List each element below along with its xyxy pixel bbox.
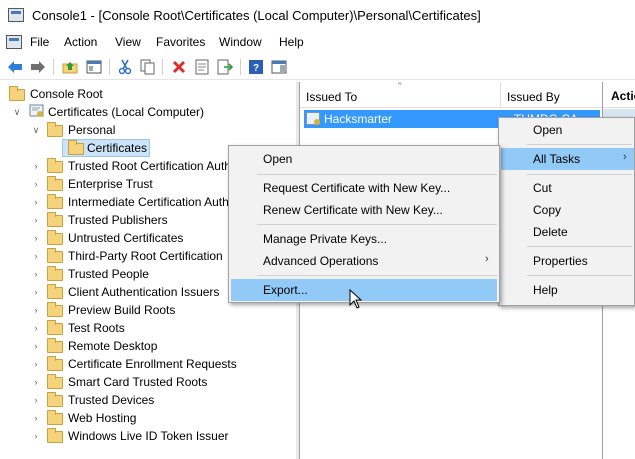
chevron-right-icon[interactable]: › (31, 305, 41, 315)
folder-icon (47, 428, 63, 443)
menu-item-help[interactable]: Help (501, 279, 634, 301)
chevron-right-icon: › (485, 253, 489, 265)
menu-item-delete[interactable]: Delete (501, 221, 634, 243)
chevron-right-icon[interactable]: › (31, 287, 41, 297)
chevron-down-icon[interactable]: ∨ (12, 107, 22, 117)
cell-issued-to: Hacksmarter (324, 112, 393, 126)
chevron-right-icon[interactable]: › (31, 431, 41, 441)
menu-item-advanced-operations[interactable]: Advanced Operations › (231, 250, 497, 272)
folder-icon (47, 356, 63, 371)
help-icon[interactable]: ? (247, 58, 265, 76)
chevron-right-icon[interactable]: › (31, 215, 41, 225)
system-menu-icon[interactable] (6, 35, 22, 49)
chevron-right-icon[interactable]: › (31, 233, 41, 243)
chevron-right-icon: › (623, 151, 627, 163)
tree-item-folder[interactable]: › Trusted Devices (0, 391, 296, 409)
show-hide-tree-icon[interactable] (85, 58, 103, 76)
chevron-right-icon[interactable]: › (31, 341, 41, 351)
copy-icon[interactable] (139, 58, 157, 76)
menu-item-all-tasks[interactable]: All Tasks › (501, 148, 634, 170)
forward-arrow-icon[interactable] (29, 58, 47, 76)
actions-header: Actio (603, 82, 635, 108)
chevron-down-icon[interactable]: ∨ (31, 125, 41, 135)
folder-icon (47, 374, 63, 389)
chevron-right-icon[interactable]: › (31, 269, 41, 279)
menu-file[interactable]: File (30, 35, 49, 49)
certificate-icon (306, 112, 320, 125)
folder-icon (47, 248, 63, 263)
export-list-icon[interactable] (216, 58, 234, 76)
column-header-issued-to[interactable]: Issued To ⌃ (300, 81, 500, 108)
folder-icon (47, 302, 63, 317)
menu-favorites[interactable]: Favorites (156, 35, 205, 49)
tree-item-folder[interactable]: › Test Roots (0, 319, 296, 337)
chevron-right-icon[interactable]: › (31, 377, 41, 387)
mmc-app-icon (8, 8, 24, 22)
folder-icon (47, 266, 63, 281)
tree-item-folder[interactable]: › Smart Card Trusted Roots (0, 373, 296, 391)
menu-item-export[interactable]: Export... (231, 279, 497, 301)
submenu-all-tasks: Open Request Certificate with New Key...… (228, 145, 500, 303)
menu-item-request-new-key[interactable]: Request Certificate with New Key... (231, 177, 497, 199)
action-pane-icon[interactable] (270, 58, 288, 76)
folder-icon (47, 158, 63, 173)
delete-icon[interactable] (170, 58, 188, 76)
context-menu-certificate: Open All Tasks › Cut Copy Delete Propert… (498, 117, 635, 306)
sort-ascending-icon: ⌃ (396, 81, 404, 91)
chevron-right-icon[interactable]: › (31, 413, 41, 423)
folder-icon (47, 392, 63, 407)
menu-bar: File Action View Favorites Window Help (0, 31, 635, 53)
toolbar: ? (0, 54, 635, 80)
tree-item-console-root[interactable]: Console Root (0, 85, 296, 103)
folder-icon (9, 86, 25, 101)
folder-icon (47, 176, 63, 191)
folder-icon (47, 338, 63, 353)
menu-view[interactable]: View (115, 35, 141, 49)
menu-item-renew-new-key[interactable]: Renew Certificate with New Key... (231, 199, 497, 221)
cut-icon[interactable] (116, 58, 134, 76)
folder-icon (47, 194, 63, 209)
tree-item-folder[interactable]: › Windows Live ID Token Issuer (0, 427, 296, 445)
menu-item-cut[interactable]: Cut (501, 177, 634, 199)
up-folder-icon[interactable] (61, 58, 79, 76)
chevron-right-icon[interactable]: › (31, 251, 41, 261)
menu-window[interactable]: Window (219, 35, 262, 49)
menu-item-open[interactable]: Open (501, 119, 634, 141)
certificate-store-icon (29, 104, 44, 117)
folder-icon (47, 320, 63, 335)
folder-icon (47, 410, 63, 425)
tree-item-certificates-local[interactable]: ∨ Certificates (Local Computer) (0, 103, 296, 121)
menu-item-copy[interactable]: Copy (501, 199, 634, 221)
tree-item-certificates-selected[interactable]: Certificates (62, 139, 150, 157)
menu-item-manage-private-keys[interactable]: Manage Private Keys... (231, 228, 497, 250)
menu-action[interactable]: Action (64, 35, 97, 49)
tree-item-folder[interactable]: › Web Hosting (0, 409, 296, 427)
tree-item-folder[interactable]: › Preview Build Roots (0, 301, 296, 319)
chevron-right-icon[interactable]: › (31, 161, 41, 171)
folder-icon (47, 212, 63, 227)
menu-item-open-task[interactable]: Open (231, 148, 497, 170)
chevron-right-icon[interactable]: › (31, 323, 41, 333)
folder-open-icon (47, 122, 63, 137)
folder-icon (47, 284, 63, 299)
tree-item-personal[interactable]: ∨ Personal (0, 121, 296, 139)
back-arrow-icon[interactable] (6, 58, 24, 76)
svg-text:?: ? (253, 63, 259, 74)
column-header-issued-by[interactable]: Issued By (501, 82, 602, 108)
window-title: Console1 - [Console Root\Certificates (L… (32, 8, 481, 23)
menu-help[interactable]: Help (279, 35, 304, 49)
chevron-right-icon[interactable]: › (31, 179, 41, 189)
chevron-right-icon[interactable]: › (31, 359, 41, 369)
folder-icon (47, 230, 63, 245)
chevron-right-icon[interactable]: › (31, 197, 41, 207)
title-bar: Console1 - [Console Root\Certificates (L… (0, 0, 635, 31)
folder-open-icon (68, 140, 84, 155)
menu-item-properties[interactable]: Properties (501, 250, 634, 272)
chevron-right-icon[interactable]: › (31, 395, 41, 405)
tree-item-folder[interactable]: › Certificate Enrollment Requests (0, 355, 296, 373)
tree-item-folder[interactable]: › Remote Desktop (0, 337, 296, 355)
mouse-pointer-icon (349, 289, 363, 309)
properties-icon[interactable] (193, 58, 211, 76)
